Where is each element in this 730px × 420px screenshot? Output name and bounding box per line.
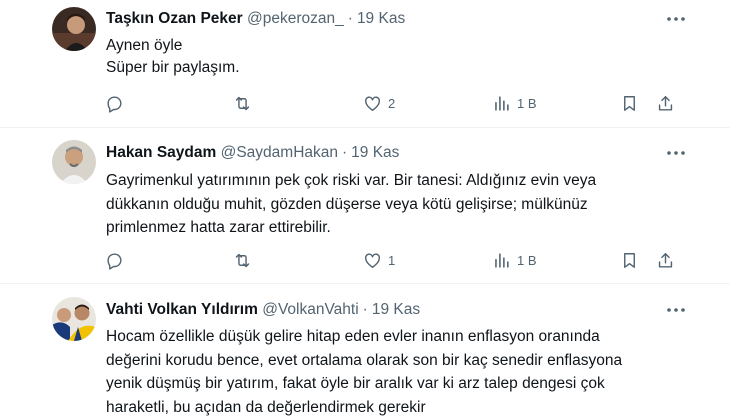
retweet-icon — [235, 96, 250, 110]
tweet-header: Hakan Saydam @SaydamHakan · 19 Kas — [106, 144, 399, 164]
view-count: 1 B — [517, 252, 537, 268]
share-button[interactable] — [656, 92, 675, 114]
author-name[interactable]: Hakan Saydam — [106, 144, 216, 161]
tweet-text-line: haraketli, bu açıdan da değerlendirmek g… — [106, 398, 426, 416]
share-icon — [658, 252, 673, 268]
retweet-button[interactable] — [233, 92, 252, 114]
reply-icon — [107, 252, 122, 270]
tweet-text-line: değerini korudu bence, evet ortalama ola… — [106, 351, 623, 369]
tweet-1[interactable]: Taşkın Ozan Peker @pekerozan_ · 19 Kas Ayn… — [0, 0, 730, 127]
more-button[interactable] — [662, 143, 690, 163]
author-handle[interactable]: @pekerozan_ — [247, 10, 344, 27]
tweet-text: Hocam özellikle düşük gelire hitap eden … — [106, 325, 696, 419]
tweet-text-line: yenik düşmüş bir yatırım, fakat öyle bir… — [106, 375, 605, 392]
separator-dot: · — [342, 144, 348, 161]
bookmark-button[interactable] — [620, 249, 639, 271]
retweet-button[interactable] — [233, 249, 252, 271]
more-button[interactable] — [662, 9, 690, 29]
author-name[interactable]: Vahti Volkan Yıldırım — [106, 301, 258, 318]
tweet-header: Taşkın Ozan Peker @pekerozan_ · 19 Kas — [106, 10, 405, 30]
tweet-text-line: Süper bir paylaşım. — [106, 59, 240, 76]
tweet-text-line: Hocam özellikle düşük gelire hitap eden … — [106, 328, 600, 345]
tweet-text: Aynen öyle Süper bir paylaşım. — [106, 35, 696, 79]
more-button[interactable] — [662, 300, 690, 320]
tweet-actions: 1 1 B — [100, 249, 685, 271]
retweet-icon — [235, 253, 250, 267]
view-count: 1 B — [517, 95, 537, 111]
tweet-text-line: primlenmez hatta zarar ettirebilir. — [106, 219, 331, 236]
author-handle[interactable]: @SaydamHakan — [221, 144, 338, 161]
bookmark-button[interactable] — [620, 92, 639, 114]
author-handle[interactable]: @VolkanVahti — [262, 301, 358, 318]
like-button[interactable]: 2 — [363, 92, 395, 114]
tweet-text: Gayrimenkul yatırımının pek çok riski va… — [106, 169, 696, 240]
tweet-2[interactable]: Hakan Saydam @SaydamHakan · 19 Kas Gayrime… — [0, 128, 730, 283]
more-icon — [667, 308, 685, 312]
tweet-date[interactable]: 19 Kas — [372, 301, 420, 318]
reply-icon — [107, 95, 122, 113]
avatar[interactable] — [52, 140, 96, 184]
tweet-date[interactable]: 19 Kas — [351, 144, 399, 161]
more-icon — [667, 151, 685, 155]
views-button[interactable]: 1 B — [492, 249, 537, 271]
reply-button[interactable] — [105, 92, 124, 114]
share-icon — [658, 95, 673, 111]
like-count: 1 — [388, 252, 396, 268]
like-icon — [365, 252, 380, 268]
avatar[interactable] — [52, 7, 96, 51]
like-button[interactable]: 1 — [363, 249, 395, 271]
tweet-3[interactable]: Vahti Volkan Yıldırım @VolkanVahti · 19 Ka… — [0, 284, 730, 420]
views-button[interactable]: 1 B — [492, 92, 537, 114]
like-icon — [365, 95, 380, 111]
tweet-header: Vahti Volkan Yıldırım @VolkanVahti · 19 Ka… — [106, 301, 420, 321]
tweet-date[interactable]: 19 Kas — [357, 10, 405, 27]
more-icon — [667, 17, 685, 21]
tweet-text-line: Aynen öyle — [106, 37, 183, 54]
views-icon — [495, 252, 509, 268]
bookmark-icon — [624, 252, 635, 268]
separator-dot: · — [362, 301, 368, 318]
tweet-text-line: Gayrimenkul yatırımının pek çok riski va… — [106, 172, 597, 189]
avatar[interactable] — [52, 297, 96, 341]
separator-dot: · — [347, 10, 353, 27]
bookmark-icon — [624, 95, 635, 111]
like-count: 2 — [388, 95, 396, 111]
tweet-actions: 2 1 B — [100, 92, 685, 114]
views-icon — [495, 95, 509, 111]
author-name[interactable]: Taşkın Ozan Peker — [106, 10, 243, 27]
share-button[interactable] — [656, 249, 675, 271]
tweet-text-line: dükkanın olduğu muhit, gözden düşerse ve… — [106, 195, 588, 213]
reply-button[interactable] — [105, 249, 124, 271]
